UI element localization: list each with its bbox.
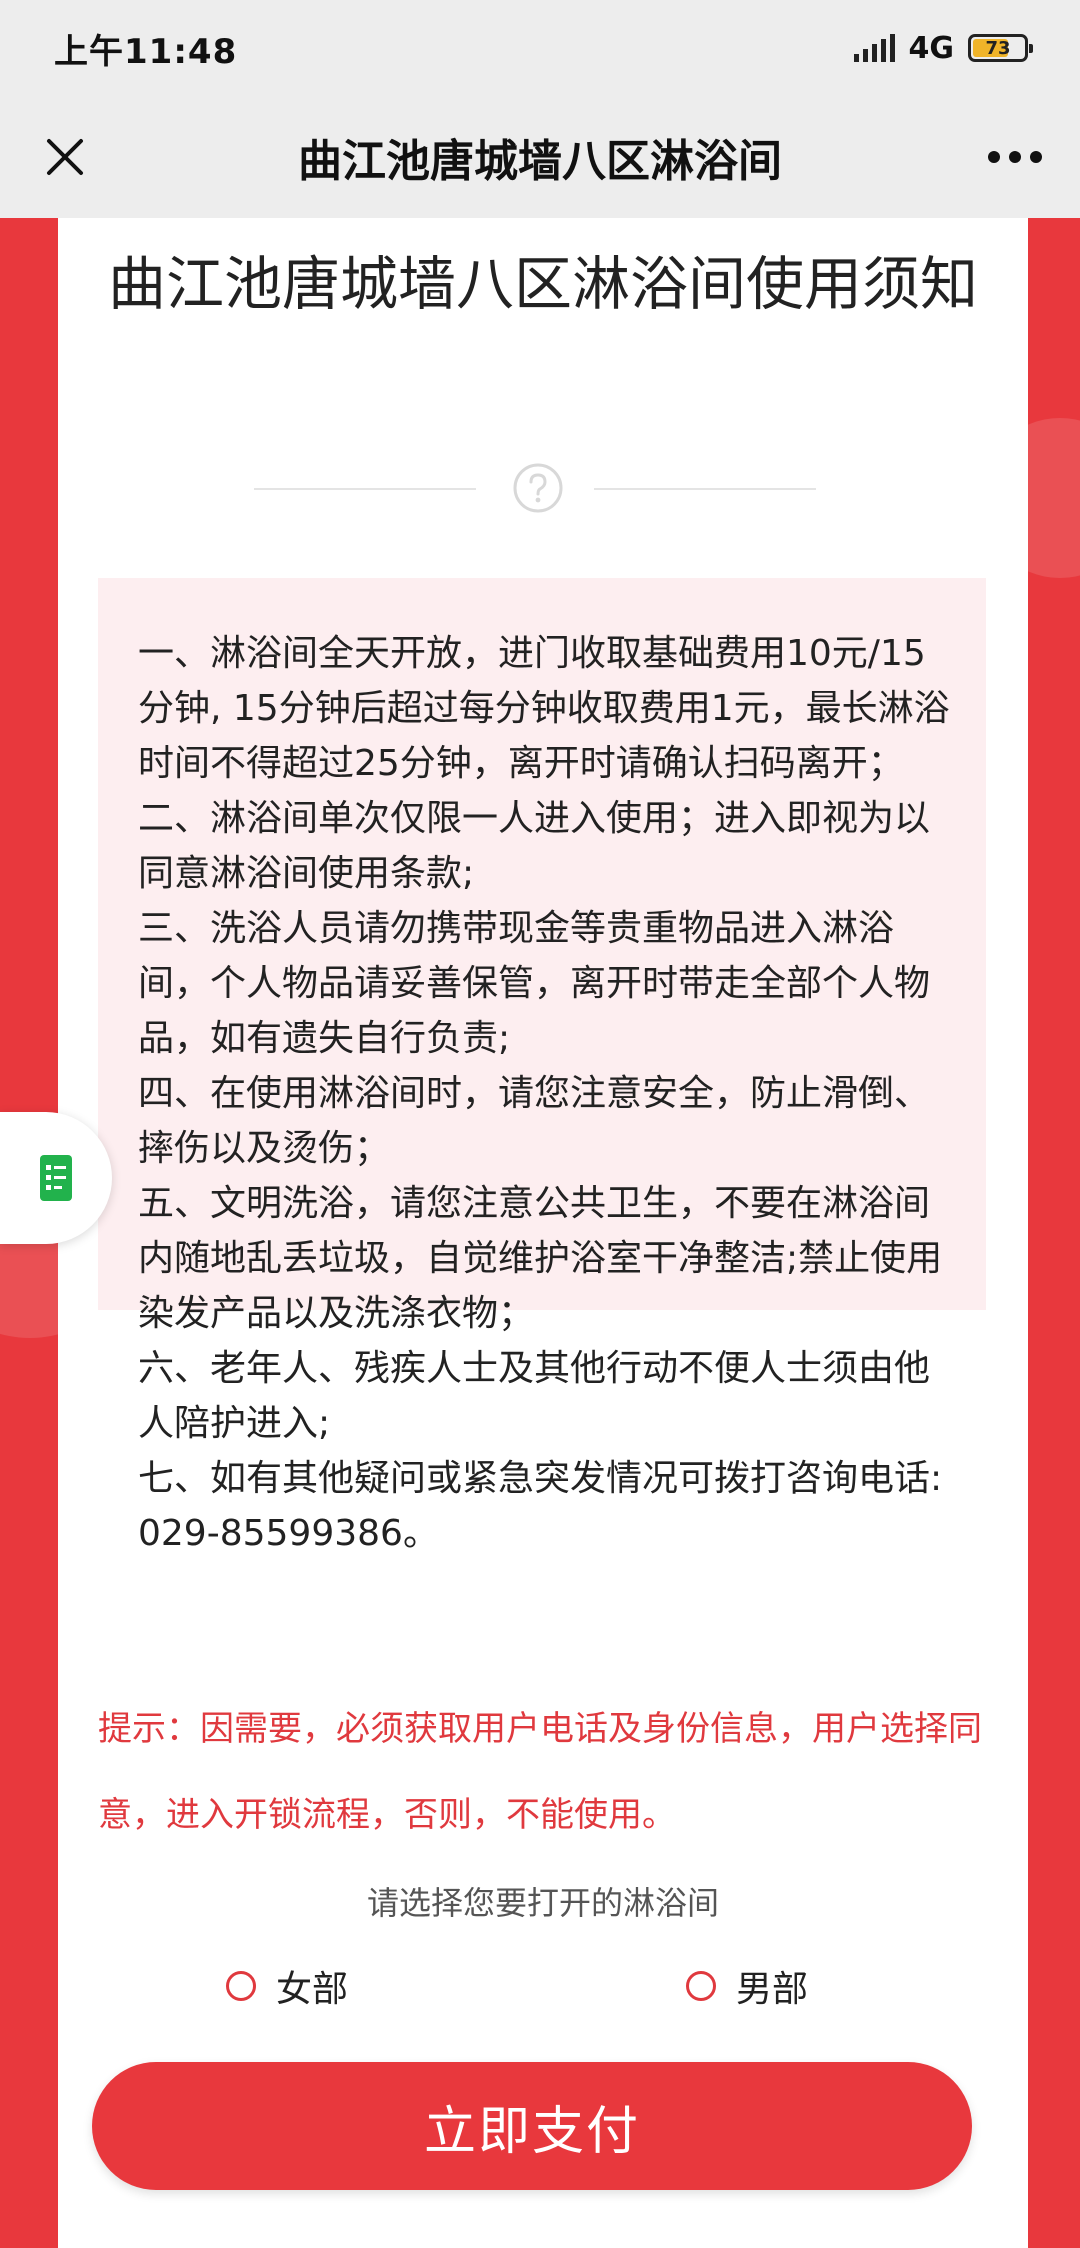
nav-title: 曲江池唐城墙八区淋浴间	[298, 136, 782, 187]
more-icon	[988, 151, 1042, 163]
battery-icon: 73	[968, 34, 1033, 62]
battery-level: 73	[985, 37, 1011, 59]
signal-icon	[853, 34, 895, 62]
option-male[interactable]: 男部	[686, 1960, 808, 2012]
select-prompt: 请选择您要打开的淋浴间	[366, 1884, 719, 1922]
divider	[594, 488, 816, 490]
status-bar: 上午11:48 4G 73	[0, 0, 1080, 96]
status-indicators: 4G 73	[853, 30, 1033, 66]
pay-now-button[interactable]: 立即支付	[92, 2062, 972, 2190]
close-icon	[47, 139, 83, 175]
radio-button[interactable]	[686, 1971, 716, 2001]
question-circle-icon	[513, 463, 563, 513]
option-label: 女部	[276, 1969, 349, 2010]
rule-item: 五、文明洗浴，请您注意公共卫生，不要在淋浴间内随地乱丢垃圾，自觉维护浴室干净整洁…	[138, 1183, 943, 1334]
rule-item: 七、如有其他疑问或紧急突发情况可拨打咨询电话:029-85599386。	[138, 1458, 943, 1554]
network-type: 4G	[908, 30, 955, 66]
rule-item: 一、淋浴间全天开放，进门收取基础费用10元/15分钟, 15分钟后超过每分钟收取…	[138, 633, 950, 784]
status-time: 上午11:48	[54, 31, 238, 72]
rules-box: 一、淋浴间全天开放，进门收取基础费用10元/15分钟, 15分钟后超过每分钟收取…	[98, 578, 986, 1554]
nav-bar: 曲江池唐城墙八区淋浴间	[0, 96, 1080, 218]
rule-item: 二、淋浴间单次仅限一人进入使用；进入即视为以同意淋浴间使用条款;	[138, 798, 931, 894]
rule-item: 六、老年人、残疾人士及其他行动不便人士须由他人陪护进入;	[138, 1348, 931, 1444]
rule-item: 三、洗浴人员请勿携带现金等贵重物品进入淋浴间，个人物品请妥善保管，离开时带走全部…	[138, 908, 931, 1059]
option-female[interactable]: 女部	[226, 1960, 348, 2012]
document-icon	[40, 1155, 72, 1201]
divider	[254, 488, 476, 490]
content-card: 曲江池唐城墙八区淋浴间使用须知 一、淋浴间全天开放，进门收取基础费用10元/15…	[58, 218, 1028, 2248]
rule-item: 四、在使用淋浴间时，请您注意安全，防止滑倒、摔伤以及烫伤；	[138, 1073, 931, 1169]
option-label: 男部	[736, 1969, 809, 2010]
close-button[interactable]	[30, 122, 100, 192]
page-title: 曲江池唐城墙八区淋浴间使用须知	[108, 250, 979, 318]
radio-button[interactable]	[226, 1971, 256, 2001]
notice-text: 提示：因需要，必须获取用户电话及身份信息，用户选择同意，进入开锁流程，否则，不能…	[98, 1709, 982, 1835]
more-button[interactable]	[980, 122, 1050, 192]
